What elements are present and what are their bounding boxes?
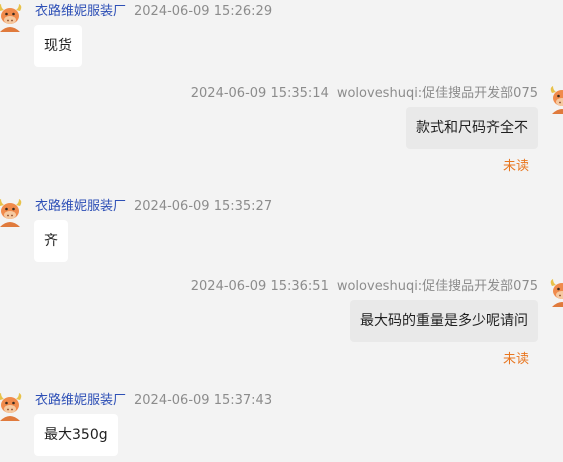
message-timestamp: 2024-06-09 15:35:27 [134,199,273,214]
message-timestamp: 2024-06-09 15:36:51 [190,279,329,294]
message-bubble[interactable]: 款式和尺码齐全不 [406,107,538,149]
message-timestamp: 2024-06-09 15:35:14 [190,86,329,101]
sender-name[interactable]: 衣路维妮服装厂 [35,4,126,19]
message-meta: 衣路维妮服装厂 2024-06-09 15:35:27 [35,197,272,217]
message-meta: 衣路维妮服装厂 2024-06-09 15:37:43 [35,391,272,411]
cartoon-bull-icon [550,86,563,114]
message-bubble[interactable]: 现货 [34,25,82,67]
cartoon-bull-icon [0,199,22,227]
avatar[interactable] [549,84,563,114]
sender-name[interactable]: woloveshuqi:促佳搜品开发部075 [337,279,538,294]
message-bubble[interactable]: 最大350g [34,414,118,456]
cartoon-bull-icon [550,279,563,307]
message-timestamp: 2024-06-09 15:26:29 [134,4,273,19]
sender-name[interactable]: 衣路维妮服装厂 [35,393,126,408]
cartoon-bull-icon [0,4,22,32]
cartoon-bull-icon [0,393,22,421]
avatar[interactable] [549,277,563,307]
message-meta: 2024-06-09 15:35:14 woloveshuqi:促佳搜品开发部07… [191,84,538,104]
avatar[interactable] [0,391,23,421]
avatar[interactable] [0,2,23,32]
chat-message-list: 衣路维妮服装厂 2024-06-09 15:26:29 现货 2024-06-09… [0,0,563,462]
message-meta: 衣路维妮服装厂 2024-06-09 15:26:29 [35,2,272,22]
unread-status: 未读 [502,159,529,174]
sender-name[interactable]: 衣路维妮服装厂 [35,199,126,214]
sender-name[interactable]: woloveshuqi:促佳搜品开发部075 [337,86,538,101]
avatar[interactable] [0,197,23,227]
message-bubble[interactable]: 齐 [34,220,68,262]
message-bubble[interactable]: 最大码的重量是多少呢请问 [350,300,538,342]
unread-status: 未读 [502,352,529,367]
message-timestamp: 2024-06-09 15:37:43 [134,393,273,408]
message-meta: 2024-06-09 15:36:51 woloveshuqi:促佳搜品开发部07… [191,277,538,297]
